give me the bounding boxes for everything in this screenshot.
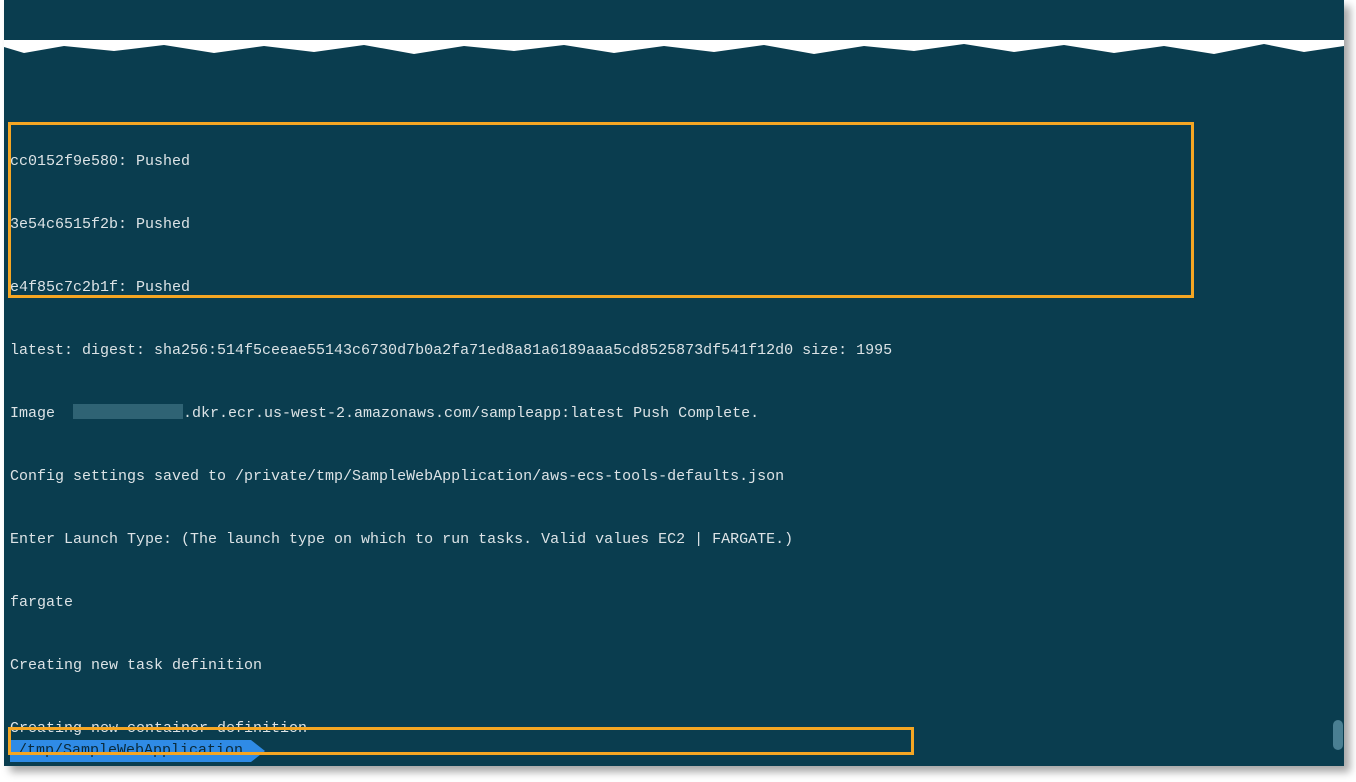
output-line: Enter Launch Type: (The launch type on w… xyxy=(10,529,1338,550)
shell-prompt[interactable]: /tmp/SampleWebApplication xyxy=(10,740,265,762)
output-line: Image .dkr.ecr.us-west-2.amazonaws.com/s… xyxy=(10,403,1338,424)
output-line: latest: digest: sha256:514f5ceeae55143c6… xyxy=(10,340,1338,361)
prompt-arrow-icon xyxy=(251,740,265,762)
redacted-account-id xyxy=(73,404,183,419)
output-line: 3e54c6515f2b: Pushed xyxy=(10,214,1338,235)
torn-edge-decoration xyxy=(4,0,1344,16)
scrollbar-thumb[interactable] xyxy=(1333,720,1343,750)
output-line: e4f85c7c2b1f: Pushed xyxy=(10,277,1338,298)
output-line: Config settings saved to /private/tmp/Sa… xyxy=(10,466,1338,487)
scrollbar[interactable] xyxy=(1332,0,1344,766)
terminal-output: cc0152f9e580: Pushed 3e54c6515f2b: Pushe… xyxy=(4,105,1344,766)
terminal-window[interactable]: cc0152f9e580: Pushed 3e54c6515f2b: Pushe… xyxy=(4,0,1344,766)
prompt-path: /tmp/SampleWebApplication xyxy=(10,740,251,762)
output-line: Creating new task definition xyxy=(10,655,1338,676)
output-line: cc0152f9e580: Pushed xyxy=(10,151,1338,172)
output-line: fargate xyxy=(10,592,1338,613)
output-line: Creating new container definition xyxy=(10,718,1338,739)
